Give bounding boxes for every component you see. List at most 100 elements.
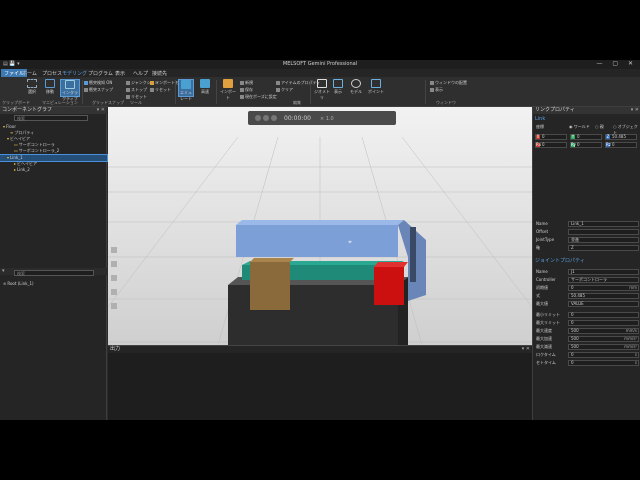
brown-box-top [250,258,294,262]
stop-icon [271,115,277,121]
separator [82,80,83,104]
group-grid-snap: グリッドスナップ [92,100,124,105]
list-icon [371,79,381,88]
folder-icon: ▸ [14,161,17,166]
import-icon [223,79,233,88]
tab-view[interactable]: 表示 [115,70,125,77]
window-title: MELSOFT Gemini Professional [282,61,358,67]
select-button[interactable]: 選択 [24,79,40,97]
pin-icon[interactable]: ▾ ✕ [631,107,639,114]
separator [175,80,176,104]
separator [310,80,311,104]
coord-world-radio[interactable]: ◉ ワールド [569,124,590,130]
prop-name-row[interactable]: Name Link_1 [535,221,639,227]
x-field[interactable]: X0 [535,134,567,140]
cross-icon [333,79,343,88]
separator [425,80,426,104]
show-button[interactable]: 表示 [430,87,443,93]
prop-jointtype-row[interactable]: JointType 並進 [535,237,639,243]
rx-field[interactable]: Rx0 [535,142,567,148]
joint-max-speed-row[interactable]: 最大速度 500 mm/s [535,328,639,334]
tree-item-link-2[interactable]: ▸Link_2 [0,167,107,173]
z-field[interactable]: Z 50.485 [605,134,637,140]
y-field[interactable]: Y0 [570,134,602,140]
machine-model [228,220,426,345]
window-layout-button[interactable]: ウィンドウの配置 [430,80,467,86]
window-controls[interactable]: — ▢ ✕ [596,60,637,67]
joint-max-decel-row[interactable]: 最大減速 500 mm/s² [535,344,639,350]
joint-expression-row[interactable]: 式 50.485 [535,293,639,299]
collision-snap-toggle[interactable]: 衝突スナップ [84,87,113,93]
pin-icon[interactable]: ▾ ✕ [97,107,105,114]
group-clipboard: クリップボード [2,100,30,105]
import-button[interactable]: インポート [220,79,236,100]
geometry-button[interactable]: ジオメトリ [314,79,330,100]
tab-program[interactable]: プログラム [88,70,113,77]
tab-connection[interactable]: 接続先 [152,70,167,77]
title-bar: ▤ 💾 ▾ MELSOFT Gemini Professional — ▢ ✕ [0,60,640,69]
emulate-button[interactable]: エミュレート [178,79,194,101]
prop-offset-row[interactable]: Offset [535,229,639,235]
joint-max-limit-row[interactable]: 最大リミット 0 [535,320,639,326]
ry-field[interactable]: Ry0 [570,142,602,148]
save-button[interactable]: 保存 [240,87,253,93]
rz-field[interactable]: Rz0 [605,142,637,148]
root-item[interactable]: ⊕Root (Link_1) [0,281,107,287]
play-icon [263,115,269,121]
interactive-icon [65,80,75,89]
component-search-input[interactable]: 検索 [14,115,88,121]
coord-row: 座標 ◉ ワールド ○ 親 ○ オブジェクト [536,124,638,135]
joint-lock-time-row[interactable]: ロクタイム 0 s [535,352,639,358]
emulate-icon [181,80,191,89]
new-button[interactable]: 新規 [240,80,253,86]
component-graph-panel: コンポーネントグラフ ▾ ✕ 検索 ▾Floor ≡プロパティ ▾ビヘイビア ▭サ… [0,107,108,420]
tree-item-servo-2[interactable]: ▭サーボコントローラ_2 [0,148,107,154]
model-button[interactable]: モデル [348,79,364,97]
folder-icon: ▾ [3,124,6,129]
joint-name-row[interactable]: Name J1 [535,269,639,275]
rewind-icon [255,115,261,121]
joint-controller-row[interactable]: Controller サーボコントローラ [535,277,639,283]
joint-settle-time-row[interactable]: セトタイム 0 s [535,360,639,366]
joint-min-limit-row[interactable]: 最小リミット 0 [535,312,639,318]
joint-max-row[interactable]: 最大値 VALUE [535,301,639,307]
gantry-leg [410,227,416,282]
speed-display: × 1.0 [320,116,334,122]
set-current-pose-button[interactable]: 現在ポーズに設定 [240,94,277,100]
scene-svg: 00:00:00 × 1.0 ⌖ [108,107,532,345]
properties-icon: ≡ [10,130,14,135]
move-button[interactable]: 移動 [42,79,58,97]
joint-max-accel-row[interactable]: 最大加速 500 mm/s² [535,336,639,342]
stop-button[interactable]: ストップ [126,87,147,93]
prop-axis-row[interactable]: 軸Z [535,245,639,251]
reset2-button[interactable]: リセット [150,87,171,93]
move-icon [45,79,55,88]
pin-icon[interactable]: ▾ [2,268,5,275]
link-icon: ▸ [14,167,17,172]
select-icon [27,79,37,88]
clear-button[interactable]: クリア [276,87,293,93]
tab-modeling[interactable]: モデリング [62,70,87,77]
view-tool-button[interactable]: 表示 [330,79,346,97]
3d-viewport[interactable]: 00:00:00 × 1.0 ⌖ [108,107,532,345]
app-window: ▤ 💾 ▾ MELSOFT Gemini Professional — ▢ ✕ … [0,60,640,420]
component-graph-header: コンポーネントグラフ ▾ ✕ [0,107,107,114]
point-button[interactable]: ポイント [368,79,384,97]
coord-parent-radio[interactable]: ○ 親 [595,124,604,130]
tab-home[interactable]: ホーム [22,70,37,77]
gem-icon [317,79,327,88]
link-properties-panel: リンクプロパティ ▾ ✕ Link 座標 ◉ ワールド ○ 親 ○ オブジェクト … [532,107,640,420]
fast-icon [200,79,210,88]
tab-process[interactable]: プロセス [42,70,62,77]
joint-initial-row[interactable]: 初期値 0 mm [535,285,639,291]
collision-detect-toggle[interactable]: 衝突検知 ON [84,80,112,86]
lower-search-input[interactable]: 検索 [14,270,94,276]
brown-box [250,262,290,310]
pin-icon[interactable]: ▾ ✕ [522,346,530,353]
link-section-title: Link [535,116,546,122]
fast-button[interactable]: 高速 [197,79,213,97]
interactive-button[interactable]: インタラクティブ [60,79,80,101]
output-panel: 出力 ▾ ✕ [108,345,532,420]
tab-help[interactable]: ヘルプ [133,70,148,77]
red-box [374,267,404,305]
